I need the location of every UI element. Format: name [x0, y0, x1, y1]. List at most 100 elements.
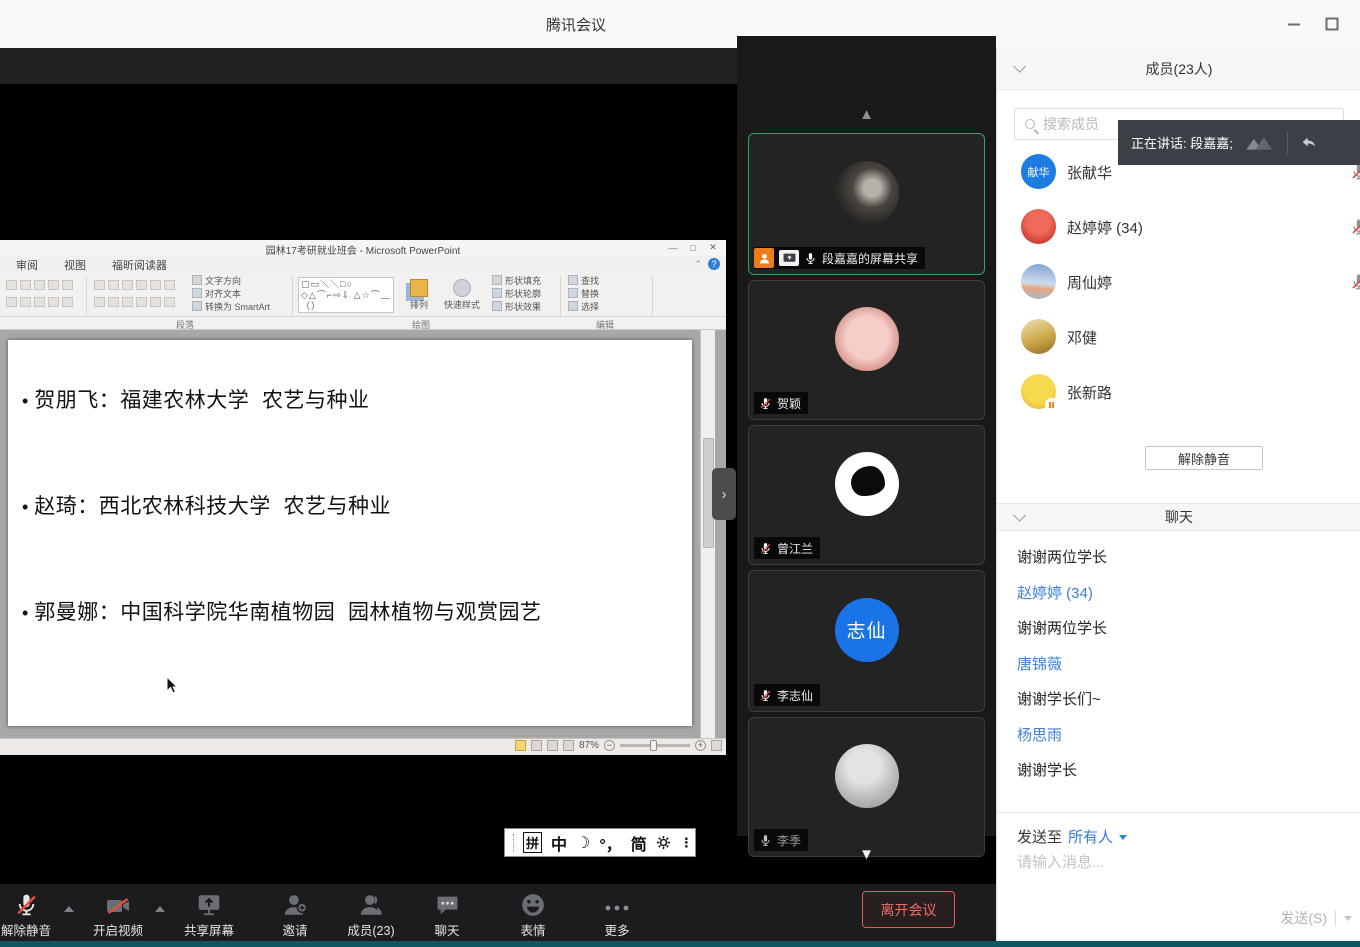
- send-to-selector[interactable]: 所有人: [1068, 826, 1113, 847]
- ppt-slide-area: 贺朋飞：福建农林大学 农艺与种业 赵琦：西北农林科技大学 农艺与种业 郭曼娜：中…: [0, 330, 726, 738]
- chat-message: 谢谢两位学长: [1017, 611, 1347, 647]
- avatar: 献华: [1021, 154, 1056, 189]
- mouse-cursor: [166, 676, 179, 695]
- slide-bullet-1: 贺朋飞：福建农林大学 农艺与种业: [22, 384, 369, 414]
- window-bottom-edge: [0, 941, 1360, 947]
- ppt-align-text: 对齐文本: [192, 288, 270, 301]
- ppt-slide: 贺朋飞：福建农林大学 农艺与种业 赵琦：西北农林科技大学 农艺与种业 郭曼娜：中…: [8, 340, 692, 726]
- screen-share-badge-icon: [779, 250, 799, 266]
- unmute-toolbar-button[interactable]: 解除静音: [0, 890, 62, 937]
- tiles-scroll-down-icon[interactable]: ▼: [859, 846, 874, 863]
- chat-sender-name: 赵婷婷 (34): [1017, 576, 1347, 612]
- ime-fullwidth-icon[interactable]: ☽: [576, 833, 590, 853]
- meeting-toolbar: 解除静音 开启视频 共享屏幕 邀请: [0, 884, 996, 941]
- ppt-replace: 替换: [568, 288, 599, 301]
- ppt-fit-window-icon: [711, 740, 722, 751]
- more-button[interactable]: 更多: [592, 890, 642, 937]
- ime-chinese-mode-icon[interactable]: 中: [551, 831, 567, 855]
- video-tile[interactable]: 贺颖: [748, 280, 985, 420]
- video-tile[interactable]: 志仙 李志仙: [748, 570, 985, 712]
- leave-meeting-button[interactable]: 离开会议: [862, 891, 955, 928]
- chat-messages: 谢谢两位学长 赵婷婷 (34) 谢谢两位学长 唐锦薇 谢谢学长们~ 杨思雨 谢谢…: [1017, 540, 1347, 789]
- send-options-caret-icon[interactable]: [1344, 916, 1352, 921]
- send-button[interactable]: 发送(S): [1280, 908, 1327, 928]
- smiley-icon: [506, 890, 560, 918]
- maximize-button[interactable]: [1318, 14, 1346, 34]
- member-name: 邓健: [1067, 327, 1097, 348]
- status-badge: [1045, 398, 1058, 411]
- app-title: 腾讯会议: [0, 14, 1152, 35]
- slide-bullet-3: 郭曼娜：中国科学院华南植物园 园林植物与观赏园艺: [22, 596, 541, 626]
- ppt-quick-styles-button: 快速样式: [440, 277, 484, 315]
- ppt-titlebar: 园林17考研就业班会 - Microsoft PowerPoint — □ ✕: [0, 240, 726, 256]
- video-tile[interactable]: 李季: [748, 717, 985, 857]
- video-options-chevron-icon[interactable]: [155, 906, 165, 912]
- ppt-scrollbar: [700, 330, 715, 738]
- start-video-button[interactable]: 开启视频: [86, 890, 150, 937]
- chevron-down-icon[interactable]: [1119, 835, 1127, 840]
- unmute-button[interactable]: 解除静音: [1145, 446, 1263, 470]
- more-dots-icon: [592, 890, 642, 918]
- chat-bubble-icon: [420, 890, 474, 918]
- ppt-tab-foxit: 福昕阅读器: [112, 257, 167, 273]
- slide-bullet-2: 赵琦：西北农林科技大学 农艺与种业: [22, 490, 391, 520]
- ppt-view-sorter-icon: [531, 740, 542, 751]
- ppt-zoom-in-icon: +: [695, 740, 706, 751]
- members-person-icon: [338, 890, 404, 918]
- members-button[interactable]: 成员(23): [338, 890, 404, 937]
- member-row[interactable]: 赵婷婷 (34): [997, 199, 1360, 254]
- ime-pinyin-icon[interactable]: 拼: [523, 832, 542, 853]
- minimize-button[interactable]: [1280, 14, 1308, 34]
- toast-divider: [1287, 132, 1288, 154]
- member-row[interactable]: 张新路: [997, 364, 1360, 419]
- mic-muted-icon: [1350, 218, 1360, 236]
- avatar: [1021, 209, 1056, 244]
- expand-sidebar-handle[interactable]: ›: [712, 468, 736, 520]
- members-header-title: 成员(23人): [1146, 59, 1213, 79]
- emoji-button[interactable]: 表情: [506, 890, 560, 937]
- ppt-maximize-icon: □: [684, 241, 702, 254]
- mic-options-chevron-icon[interactable]: [64, 906, 74, 912]
- member-name: 周仙婷: [1067, 272, 1112, 293]
- video-tile-sharer[interactable]: 段嘉嘉的屏幕共享: [748, 133, 985, 275]
- ppt-arrange-button: 排列: [402, 277, 436, 315]
- send-divider: [1335, 910, 1336, 926]
- tile-name: 贺颖: [777, 395, 801, 412]
- ppt-shapes-gallery: ▢▭＼＼□○ ◇△⌒⌐⇨⇩ △☆⌒﹏（）: [298, 277, 394, 313]
- mic-muted-icon: [1350, 273, 1360, 291]
- share-screen-button[interactable]: 共享屏幕: [176, 890, 242, 937]
- chat-header: 聊天: [997, 503, 1360, 531]
- chat-message-input[interactable]: [1017, 854, 1337, 871]
- tile-name: 李季: [777, 832, 801, 849]
- collapse-chat-icon[interactable]: [1013, 509, 1026, 522]
- mic-muted-icon: [0, 890, 62, 918]
- reply-arrow-icon[interactable]: [1300, 135, 1318, 151]
- ime-expand-icon[interactable]: ⋮: [680, 835, 693, 851]
- ime-simplified-icon[interactable]: 简: [631, 831, 647, 855]
- ppt-group-labels: 段落 绘图 编辑: [0, 317, 726, 330]
- member-row[interactable]: 邓健: [997, 309, 1360, 364]
- avatar: [1021, 264, 1056, 299]
- member-row[interactable]: 周仙婷: [997, 254, 1360, 309]
- ppt-view-normal-icon: [515, 740, 526, 751]
- avatar: 志仙: [835, 598, 899, 662]
- chat-button[interactable]: 聊天: [420, 890, 474, 937]
- invite-button[interactable]: 邀请: [266, 890, 324, 937]
- host-badge-icon: [754, 248, 774, 268]
- tiles-scroll-up-icon[interactable]: ▲: [859, 106, 874, 123]
- ppt-text-direction: 文字方向: [192, 275, 270, 288]
- avatar: [835, 452, 899, 516]
- video-tile[interactable]: 曾江兰: [748, 425, 985, 565]
- ppt-find: 查找: [568, 275, 599, 288]
- ppt-zoom-level: 87%: [579, 740, 599, 751]
- chat-sender-name: 唐锦薇: [1017, 647, 1347, 683]
- ime-punctuation-icon[interactable]: °，: [599, 831, 621, 855]
- ppt-view-slideshow-icon: [563, 740, 574, 751]
- ime-settings-gear-icon[interactable]: [656, 835, 671, 850]
- speaking-toast-text: 正在讲话: 段嘉嘉;: [1131, 133, 1233, 152]
- ppt-shape-outline: 形状轮廓: [492, 288, 541, 301]
- ppt-pin-ribbon-icon: ⌃: [694, 259, 702, 270]
- collapse-members-icon[interactable]: [1013, 60, 1026, 73]
- ppt-ribbon: 文字方向 对齐文本 转换为 SmartArt ▢▭＼＼□○ ◇△⌒⌐⇨⇩ △☆⌒…: [0, 273, 726, 317]
- ppt-zoom-slider: [620, 744, 690, 747]
